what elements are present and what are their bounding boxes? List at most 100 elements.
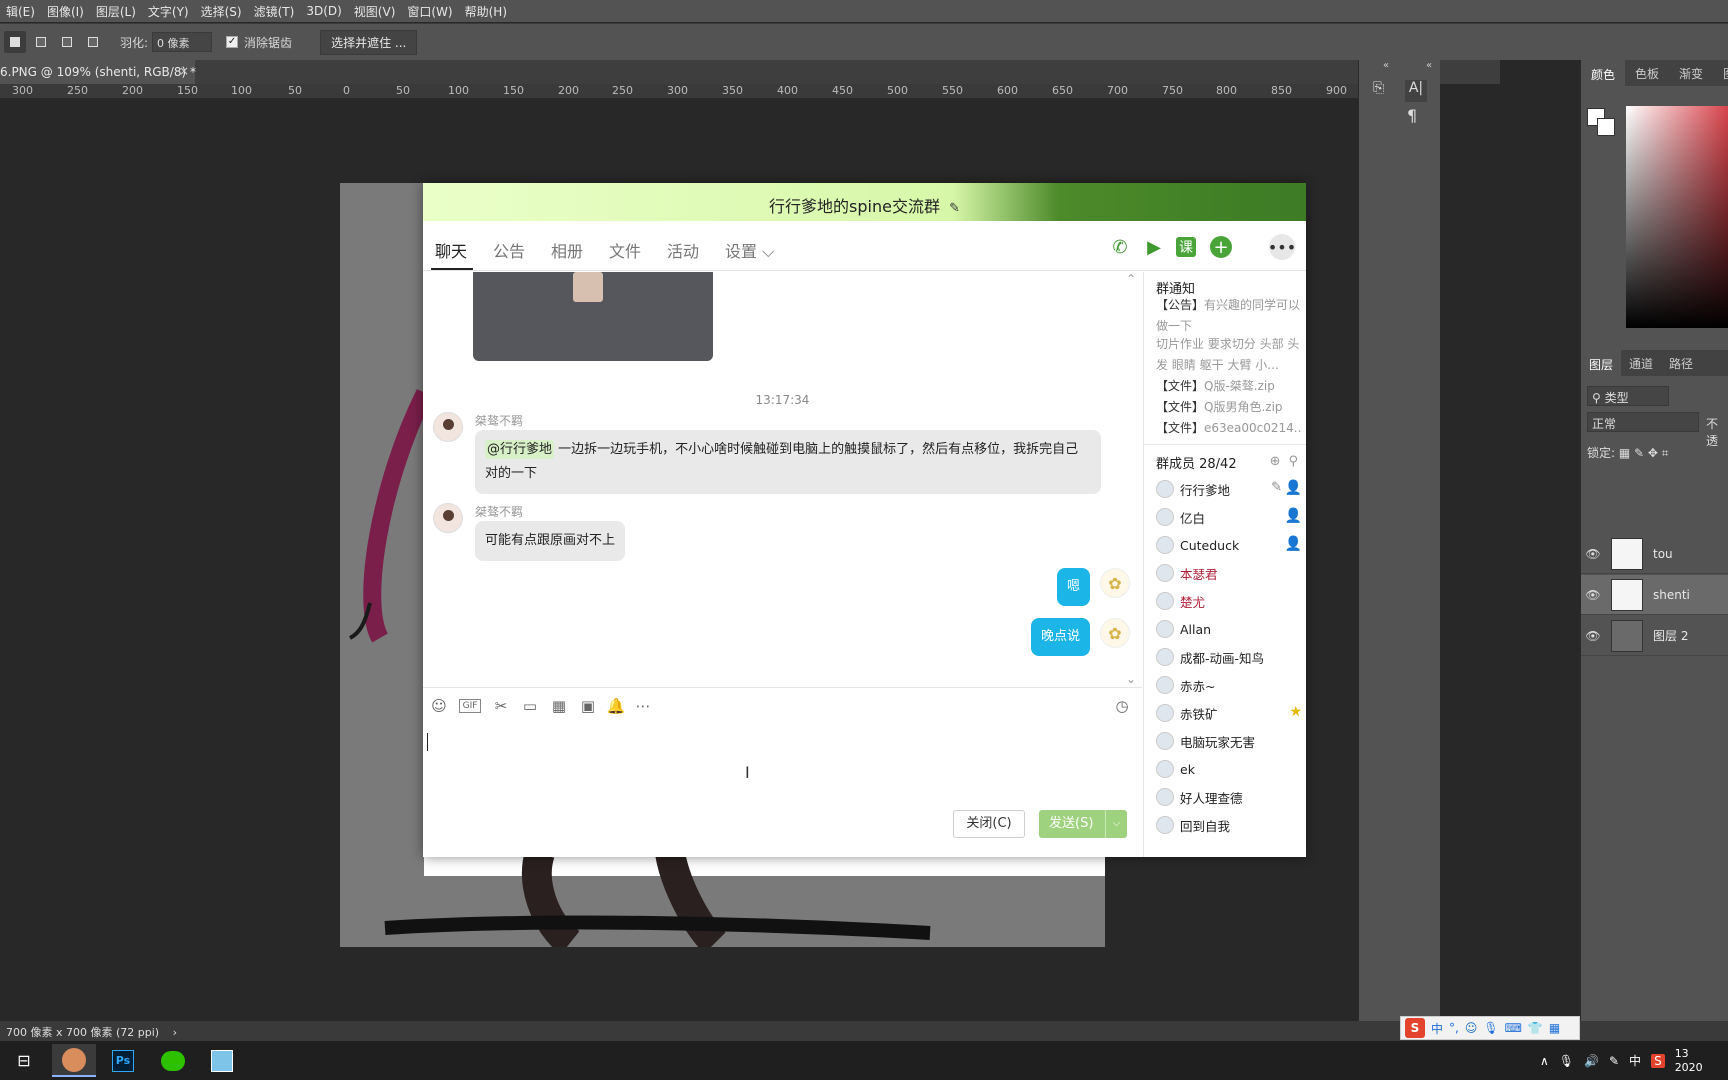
character-panel-icon[interactable]: A| <box>1405 80 1427 102</box>
image-message[interactable] <box>473 272 713 361</box>
eye-icon[interactable]: 👁 <box>1581 547 1605 561</box>
blend-mode-select[interactable]: 正常 <box>1587 412 1699 432</box>
eye-icon[interactable]: 👁 <box>1581 629 1605 643</box>
lock-paint-icon[interactable]: ✎ <box>1634 446 1648 460</box>
member-item[interactable]: Allan <box>1156 616 1304 642</box>
menu-window[interactable]: 窗口(W) <box>401 3 458 20</box>
collapse-up-icon[interactable]: ⌃ <box>1126 272 1136 286</box>
tab-paths[interactable]: 路径 <box>1661 355 1701 372</box>
tab-channels[interactable]: 通道 <box>1621 355 1661 372</box>
more-icon[interactable]: ⋯ <box>632 695 654 717</box>
member-item[interactable]: 赤铁矿 ★ <box>1156 700 1304 726</box>
avatar[interactable]: ✿ <box>1100 618 1130 648</box>
close-tab-icon[interactable]: × <box>179 64 189 78</box>
grid-icon[interactable]: ▦ <box>1549 1021 1560 1035</box>
message-input-area[interactable]: I 关闭(C) 发送(S) ⌵ <box>423 723 1142 857</box>
lock-artboard-icon[interactable]: ⌗ <box>1662 446 1669 460</box>
bell-icon[interactable]: 🔔 <box>605 695 627 717</box>
antialias-checkbox[interactable]: ✓ <box>226 36 239 48</box>
skin-icon[interactable]: 👕 <box>1528 1021 1543 1035</box>
tray-expand-icon[interactable]: ∧ <box>1540 1054 1549 1068</box>
foreground-background-swatch[interactable] <box>1587 108 1617 138</box>
edit-icon[interactable]: ✎ <box>1271 480 1282 495</box>
history-clock-icon[interactable]: ◷ <box>1111 695 1133 717</box>
menu-3d[interactable]: 3D(D) <box>300 4 347 18</box>
history-icon[interactable]: ⎘ <box>1373 80 1395 102</box>
tab-color[interactable]: 颜色 <box>1581 60 1626 86</box>
invite-icon[interactable]: ⊕ <box>1270 454 1281 469</box>
edit-name-icon[interactable]: ✎ <box>949 201 960 216</box>
more-options-icon[interactable]: ••• <box>1268 234 1296 260</box>
tab-layers[interactable]: 图层 <box>1581 350 1622 376</box>
select-and-mask-button[interactable]: 选择并遮住 ... <box>320 29 418 55</box>
file-item[interactable]: 【文件】e63ea00c0214... <box>1156 418 1301 439</box>
scissors-icon[interactable]: ✂ <box>490 695 512 717</box>
add-selection-mode[interactable] <box>30 31 52 53</box>
menu-filter[interactable]: 滤镜(T) <box>248 3 301 20</box>
intersect-selection-mode[interactable] <box>82 31 104 53</box>
emoji-icon[interactable]: ☺ <box>428 695 450 717</box>
emoji-icon[interactable]: ☺ <box>1465 1021 1478 1035</box>
close-button[interactable]: 关闭(C) <box>953 810 1025 838</box>
tab-album[interactable]: 相册 <box>551 238 583 262</box>
keyboard-icon[interactable]: ⌨ <box>1505 1021 1522 1035</box>
member-item[interactable]: 成都-动画-知鸟 <box>1156 644 1304 670</box>
background-color[interactable] <box>1597 118 1615 136</box>
mic-icon[interactable]: 🎙 <box>1483 1021 1498 1035</box>
sogou-tray-icon[interactable]: S <box>1651 1053 1665 1068</box>
layer-filter-select[interactable]: ⚲ 类型 <box>1587 386 1669 406</box>
layer-row[interactable]: 👁 tou <box>1581 534 1728 574</box>
file-item[interactable]: 【文件】Q版男角色.zip <box>1156 397 1301 418</box>
tab-announcement[interactable]: 公告 <box>493 238 525 262</box>
member-item[interactable]: 电脑玩家无害 <box>1156 728 1304 754</box>
taskbar-app-browser[interactable] <box>52 1044 96 1077</box>
video-call-icon[interactable]: ▶ <box>1141 234 1167 260</box>
tab-settings[interactable]: 设置 ⌵ <box>725 238 774 262</box>
member-item[interactable]: 本瑟君 <box>1156 560 1304 586</box>
send-button[interactable]: 发送(S) ⌵ <box>1039 810 1127 838</box>
taskbar-app-image[interactable] <box>200 1044 244 1077</box>
member-item[interactable]: 行行爹地 ✎ 👤 <box>1156 476 1304 502</box>
tab-gradients[interactable]: 渐变 <box>1669 65 1713 82</box>
notice-item[interactable]: 切片作业 要求切分 头部 头发 眼睛 躯干 大臂 小... <box>1156 334 1301 376</box>
doc-icon[interactable]: ▦ <box>548 695 570 717</box>
add-app-icon[interactable]: + <box>1210 236 1232 258</box>
task-view-icon[interactable]: ⊟ <box>2 1044 46 1077</box>
phone-call-icon[interactable]: ✆ <box>1107 234 1133 260</box>
menu-view[interactable]: 视图(V) <box>348 3 402 20</box>
document-tab[interactable]: 6.PNG @ 109% (shenti, RGB/8) * × <box>0 60 196 84</box>
course-icon[interactable]: 课 <box>1176 237 1196 257</box>
search-icon[interactable]: ⚲ <box>1288 454 1298 469</box>
eye-icon[interactable]: 👁 <box>1581 588 1605 602</box>
sogou-logo-icon[interactable]: S <box>1405 1018 1425 1038</box>
lock-transparent-icon[interactable]: ▦ <box>1619 446 1634 460</box>
volume-icon[interactable]: 🔊 <box>1584 1054 1599 1068</box>
avatar[interactable]: ✿ <box>1100 568 1130 598</box>
paragraph-panel-icon[interactable]: ¶ <box>1407 106 1417 125</box>
file-item[interactable]: 【文件】Q版-桀骜.zip <box>1156 376 1301 397</box>
color-picker-field[interactable] <box>1626 106 1728 328</box>
folder-icon[interactable]: ▭ <box>519 695 541 717</box>
pen-icon[interactable]: ✎ <box>1609 1054 1619 1068</box>
feather-input[interactable]: 0 像素 <box>152 32 213 52</box>
tab-chat[interactable]: 聊天 <box>435 238 467 262</box>
send-options-chevron-icon[interactable]: ⌵ <box>1105 810 1127 838</box>
subtract-selection-mode[interactable] <box>56 31 78 53</box>
member-item[interactable]: 亿白 👤 <box>1156 504 1304 530</box>
tab-files[interactable]: 文件 <box>609 238 641 262</box>
menu-image[interactable]: 图像(I) <box>41 3 90 20</box>
layer-row[interactable]: 👁 shenti <box>1581 575 1728 615</box>
avatar[interactable] <box>433 503 463 533</box>
notice-item[interactable]: 【公告】有兴趣的同学可以做一下 <box>1156 295 1301 337</box>
collapse-down-icon[interactable]: ⌄ <box>1126 672 1136 686</box>
message-bubble[interactable]: 嗯 <box>1056 568 1090 606</box>
tab-patterns[interactable]: 图案 <box>1713 65 1728 82</box>
taskbar-app-photoshop[interactable]: Ps <box>101 1044 145 1077</box>
menu-edit[interactable]: 辑(E) <box>0 3 41 20</box>
member-item[interactable]: 好人理查德 <box>1156 784 1304 810</box>
tab-activity[interactable]: 活动 <box>667 238 699 262</box>
collapse-icon[interactable]: « <box>1383 60 1389 71</box>
member-item[interactable]: 楚尤 <box>1156 588 1304 614</box>
tab-swatches[interactable]: 色板 <box>1625 65 1669 82</box>
qq-title-bar[interactable]: 行行爹地的spine交流群 ✎ <box>423 183 1306 221</box>
